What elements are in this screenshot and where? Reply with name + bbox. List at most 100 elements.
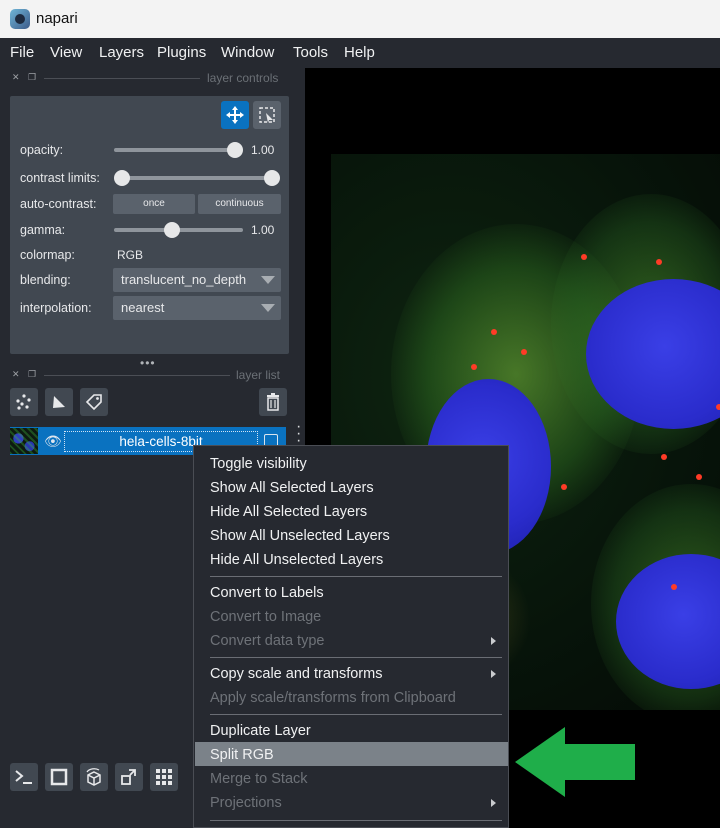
colormap-label: colormap: bbox=[20, 248, 75, 262]
menu-tools[interactable]: Tools bbox=[293, 44, 328, 61]
auto-contrast-continuous-button[interactable]: continuous bbox=[198, 194, 281, 214]
menu-plugins[interactable]: Plugins bbox=[157, 44, 206, 61]
menu-item-apply-scale-transforms: Apply scale/transforms from Clipboard bbox=[210, 690, 456, 706]
submenu-arrow-icon bbox=[491, 670, 496, 678]
interpolation-value: nearest bbox=[121, 300, 165, 315]
menu-item-convert-to-labels[interactable]: Convert to Labels bbox=[210, 585, 324, 601]
organelle bbox=[471, 364, 477, 370]
organelle bbox=[671, 584, 677, 590]
pan-zoom-button[interactable] bbox=[221, 101, 249, 129]
opacity-value: 1.00 bbox=[251, 143, 275, 157]
transform-button[interactable] bbox=[253, 101, 281, 129]
organelle bbox=[581, 254, 587, 260]
menu-layers[interactable]: Layers bbox=[99, 44, 144, 61]
cube-rotate-icon bbox=[86, 768, 101, 786]
opacity-slider-handle[interactable] bbox=[227, 142, 243, 158]
menu-item-projections: Projections bbox=[210, 795, 282, 811]
menu-item-hide-all-unselected[interactable]: Hide All Unselected Layers bbox=[210, 552, 383, 568]
tag-icon bbox=[85, 394, 102, 411]
menu-file[interactable]: File bbox=[10, 44, 34, 61]
layer-thumbnail bbox=[10, 428, 38, 454]
select-transform-icon bbox=[259, 107, 275, 123]
menu-window[interactable]: Window bbox=[221, 44, 274, 61]
ndisplay-button[interactable] bbox=[45, 763, 73, 791]
interpolation-label: interpolation: bbox=[20, 301, 92, 315]
opacity-label: opacity: bbox=[20, 143, 64, 157]
napari-logo-icon bbox=[10, 9, 30, 29]
roll-dims-button[interactable] bbox=[80, 763, 108, 791]
new-points-layer-button[interactable] bbox=[10, 388, 38, 416]
blending-value: translucent_no_depth bbox=[121, 272, 247, 287]
menu-item-duplicate-layer[interactable]: Duplicate Layer bbox=[210, 723, 311, 739]
contrast-high-handle[interactable] bbox=[264, 170, 280, 186]
contrast-limits-label: contrast limits: bbox=[20, 171, 100, 185]
move-arrows-icon bbox=[226, 106, 244, 124]
shapes-icon bbox=[53, 396, 65, 408]
organelle bbox=[561, 484, 567, 490]
square-icon bbox=[50, 768, 68, 786]
delete-layer-button[interactable] bbox=[259, 388, 287, 416]
menu-item-show-all-selected[interactable]: Show All Selected Layers bbox=[210, 480, 374, 496]
divider bbox=[44, 78, 200, 79]
gamma-label: gamma: bbox=[20, 223, 66, 237]
submenu-arrow-icon bbox=[491, 637, 496, 645]
trash-icon bbox=[267, 393, 279, 411]
menu-help[interactable]: Help bbox=[344, 44, 375, 61]
dock-close-icon[interactable]: ✕ bbox=[12, 72, 20, 83]
opacity-slider[interactable] bbox=[114, 148, 235, 152]
menu-view[interactable]: View bbox=[50, 44, 82, 61]
menu-item-show-all-unselected[interactable]: Show All Unselected Layers bbox=[210, 528, 390, 544]
transpose-button[interactable] bbox=[115, 763, 143, 791]
menu-separator bbox=[210, 576, 502, 577]
grid-view-button[interactable] bbox=[150, 763, 178, 791]
menu-item-toggle-visibility[interactable]: Toggle visibility bbox=[210, 456, 307, 472]
blending-label: blending: bbox=[20, 273, 71, 287]
dock-float-icon[interactable]: ❐ bbox=[28, 72, 36, 83]
splitter-handle[interactable]: ••• bbox=[140, 356, 156, 370]
window-title: napari bbox=[36, 10, 78, 27]
console-button[interactable] bbox=[10, 763, 38, 791]
eye-icon[interactable]: 👁 bbox=[44, 433, 62, 450]
menu-separator bbox=[210, 820, 502, 821]
layer-context-menu: Toggle visibility Show All Selected Laye… bbox=[193, 445, 509, 828]
menu-item-hide-all-selected[interactable]: Hide All Selected Layers bbox=[210, 504, 367, 520]
organelle bbox=[491, 329, 497, 335]
terminal-icon bbox=[15, 770, 32, 784]
points-icon bbox=[16, 394, 31, 410]
organelle bbox=[661, 454, 667, 460]
organelle bbox=[521, 349, 527, 355]
transpose-icon bbox=[121, 769, 136, 785]
title-bar: napari bbox=[0, 0, 720, 38]
grid-icon bbox=[156, 769, 172, 785]
menu-item-split-rgb[interactable]: Split RGB bbox=[210, 747, 274, 763]
gamma-slider-handle[interactable] bbox=[164, 222, 180, 238]
interpolation-select[interactable]: nearest bbox=[113, 296, 281, 320]
menu-separator bbox=[210, 657, 502, 658]
new-labels-layer-button[interactable] bbox=[80, 388, 108, 416]
gamma-value: 1.00 bbox=[251, 223, 275, 237]
divider bbox=[44, 375, 230, 376]
submenu-arrow-icon bbox=[491, 799, 496, 807]
organelle bbox=[656, 259, 662, 265]
green-arrow-annotation bbox=[515, 727, 635, 797]
auto-contrast-once-button[interactable]: once bbox=[113, 194, 195, 214]
layer-controls-title: layer controls bbox=[207, 71, 279, 85]
menu-separator bbox=[210, 714, 502, 715]
dock-close-icon[interactable]: ✕ bbox=[12, 369, 20, 380]
chevron-down-icon bbox=[261, 276, 275, 284]
auto-contrast-label: auto-contrast: bbox=[20, 197, 97, 211]
menu-item-convert-to-image: Convert to Image bbox=[210, 609, 322, 625]
contrast-limits-slider[interactable] bbox=[122, 176, 272, 180]
contrast-low-handle[interactable] bbox=[114, 170, 130, 186]
more-options-icon[interactable]: · · · bbox=[296, 419, 301, 449]
menu-bar: File View Layers Plugins Window Tools He… bbox=[0, 38, 720, 68]
blending-select[interactable]: translucent_no_depth bbox=[113, 268, 281, 292]
menu-item-copy-scale-transforms[interactable]: Copy scale and transforms bbox=[210, 666, 382, 682]
dock-float-icon[interactable]: ❐ bbox=[28, 369, 36, 380]
layer-list-title: layer list bbox=[236, 368, 281, 382]
menu-item-convert-data-type: Convert data type bbox=[210, 633, 325, 649]
new-shapes-layer-button[interactable] bbox=[45, 388, 73, 416]
menu-item-merge-to-stack: Merge to Stack bbox=[210, 771, 308, 787]
chevron-down-icon bbox=[261, 304, 275, 312]
organelle bbox=[696, 474, 702, 480]
